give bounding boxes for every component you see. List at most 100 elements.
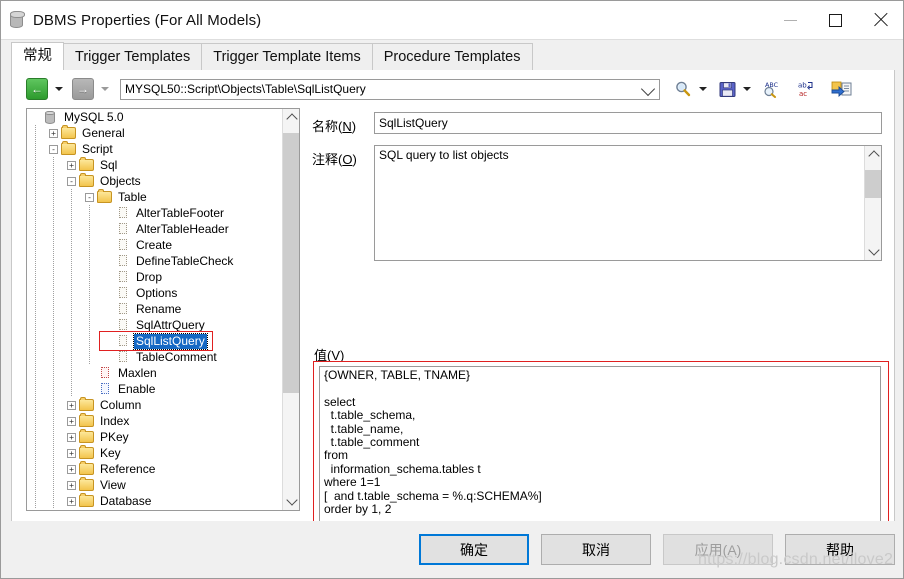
collapse-icon[interactable]: - xyxy=(85,192,94,202)
tree-guide-line xyxy=(53,157,54,173)
tree-item-options[interactable]: Options xyxy=(27,285,283,301)
tree-vertical-scrollbar[interactable] xyxy=(282,109,299,510)
tree-item-sqlattrquery[interactable]: SqlAttrQuery xyxy=(27,317,283,333)
script-icon xyxy=(115,222,131,236)
export-icon[interactable] xyxy=(830,78,854,100)
expand-icon[interactable]: + xyxy=(67,480,76,490)
find-dropdown-icon[interactable] xyxy=(699,87,707,91)
tree-guide-line xyxy=(53,173,54,189)
spellcheck-icon[interactable]: ABC xyxy=(760,78,784,100)
find-replace-icon[interactable]: ab ac xyxy=(795,78,819,100)
tree-guide-line xyxy=(53,381,54,397)
expand-icon[interactable]: + xyxy=(67,416,76,426)
tree-item-altertablefooter[interactable]: AlterTableFooter xyxy=(27,205,283,221)
save-dropdown-icon[interactable] xyxy=(743,87,751,91)
collapse-icon[interactable]: - xyxy=(67,176,76,186)
name-input[interactable]: SqlListQuery xyxy=(374,112,882,134)
tree-item-altertableheader[interactable]: AlterTableHeader xyxy=(27,221,283,237)
tree-item-mysql-5-0[interactable]: MySQL 5.0 xyxy=(27,109,283,125)
tree-guide-line xyxy=(53,349,54,365)
tree-item-script[interactable]: - Script xyxy=(27,141,283,157)
tree-item-sqllistquery[interactable]: SqlListQuery xyxy=(27,332,283,350)
tree-item-label: View xyxy=(100,477,126,492)
tab-trigger-templates[interactable]: Trigger Templates xyxy=(63,43,203,70)
tree-item-rename[interactable]: Rename xyxy=(27,301,283,317)
expand-icon[interactable]: + xyxy=(67,496,76,506)
close-button[interactable] xyxy=(858,1,903,39)
tree-item-label: Index xyxy=(100,413,130,428)
tree-item-database[interactable]: + Database xyxy=(27,493,283,509)
tree-guide-line xyxy=(53,269,54,285)
folder-icon xyxy=(79,477,95,492)
tree-guide-line xyxy=(53,253,54,269)
expand-icon[interactable]: + xyxy=(67,464,76,474)
path-combobox[interactable]: MYSQL50::Script\Objects\Table\SqlListQue… xyxy=(120,78,660,100)
ok-button[interactable]: 确定 xyxy=(419,534,529,565)
tree-guide-line xyxy=(53,205,54,221)
tree-item-objects[interactable]: - Objects xyxy=(27,173,283,189)
apply-button: 应用(A) xyxy=(663,534,773,565)
expand-icon[interactable]: + xyxy=(67,432,76,442)
folder-icon xyxy=(79,493,95,508)
tree-guide-line xyxy=(35,333,36,349)
comment-textarea[interactable]: SQL query to list objects xyxy=(374,145,882,261)
svg-text:ac: ac xyxy=(799,90,807,98)
tree-item-definetablecheck[interactable]: DefineTableCheck xyxy=(27,253,283,269)
tree-item-create[interactable]: Create xyxy=(27,237,283,253)
expand-icon[interactable]: + xyxy=(49,128,58,138)
help-button[interactable]: 帮助 xyxy=(785,534,895,565)
tree-guide-line xyxy=(53,333,54,349)
tree-guide-line xyxy=(89,205,90,221)
tab-general[interactable]: 常规 xyxy=(11,42,64,70)
find-icon[interactable] xyxy=(672,78,694,100)
value-code-editor[interactable]: {OWNER, TABLE, TNAME} select t.table_sch… xyxy=(319,366,881,546)
tree-item-key[interactable]: + Key xyxy=(27,445,283,461)
tree-item-pkey[interactable]: + PKey xyxy=(27,429,283,445)
tree-guide-line xyxy=(53,189,54,205)
tree-item-label: Sql xyxy=(100,157,118,172)
tree-scroll-thumb[interactable] xyxy=(283,133,299,393)
maximize-button[interactable] xyxy=(813,1,858,39)
tree-item-tablecomment[interactable]: TableComment xyxy=(27,349,283,365)
tree-item-general[interactable]: + General xyxy=(27,125,283,141)
object-tree[interactable]: MySQL 5.0 + General - Script + Sql - Objects - Tab… xyxy=(26,108,300,511)
tree-item-index[interactable]: + Index xyxy=(27,413,283,429)
folder-icon xyxy=(61,141,77,156)
tree-item-column[interactable]: + Column xyxy=(27,397,283,413)
scroll-up-button[interactable] xyxy=(283,109,299,126)
tab-strip: 常规 Trigger Templates Trigger Template It… xyxy=(11,42,895,70)
tree-guide-line xyxy=(53,237,54,253)
comment-vertical-scrollbar[interactable] xyxy=(864,146,881,260)
tab-procedure-templates[interactable]: Procedure Templates xyxy=(371,43,533,70)
expand-icon[interactable]: + xyxy=(67,400,76,410)
tree-guide-line xyxy=(71,365,72,381)
collapse-icon[interactable]: - xyxy=(49,144,58,154)
path-value: MYSQL50::Script\Objects\Table\SqlListQue… xyxy=(125,82,366,96)
minimize-button[interactable] xyxy=(768,1,813,39)
comment-scroll-thumb[interactable] xyxy=(865,170,881,198)
tab-trigger-template-items[interactable]: Trigger Template Items xyxy=(201,43,373,70)
toolbar-icon-group: ABC ab ac xyxy=(672,78,854,100)
tree-item-enable[interactable]: Enable xyxy=(27,381,283,397)
tree-body[interactable]: MySQL 5.0 + General - Script + Sql - Objects - Tab… xyxy=(27,109,283,510)
tree-item-reference[interactable]: + Reference xyxy=(27,461,283,477)
tree-guide-line xyxy=(71,349,72,365)
chevron-down-icon[interactable] xyxy=(640,81,656,96)
expand-icon[interactable]: + xyxy=(67,448,76,458)
tree-guide-line xyxy=(53,365,54,381)
tree-item-view[interactable]: + View xyxy=(27,477,283,493)
comment-value: SQL query to list objects xyxy=(379,148,509,162)
scroll-down-button[interactable] xyxy=(283,493,299,510)
tree-item-sql[interactable]: + Sql xyxy=(27,157,283,173)
back-history-dropdown-icon[interactable] xyxy=(55,87,63,91)
tree-item-drop[interactable]: Drop xyxy=(27,269,283,285)
comment-scroll-down-button[interactable] xyxy=(865,243,881,260)
cancel-button[interactable]: 取消 xyxy=(541,534,651,565)
tree-item-label: Reference xyxy=(100,461,156,476)
tree-item-table[interactable]: - Table xyxy=(27,189,283,205)
back-button[interactable]: ← xyxy=(26,78,48,100)
comment-scroll-up-button[interactable] xyxy=(865,146,881,163)
save-icon[interactable] xyxy=(716,78,738,100)
tree-item-maxlen[interactable]: Maxlen xyxy=(27,365,283,381)
expand-icon[interactable]: + xyxy=(67,160,76,170)
